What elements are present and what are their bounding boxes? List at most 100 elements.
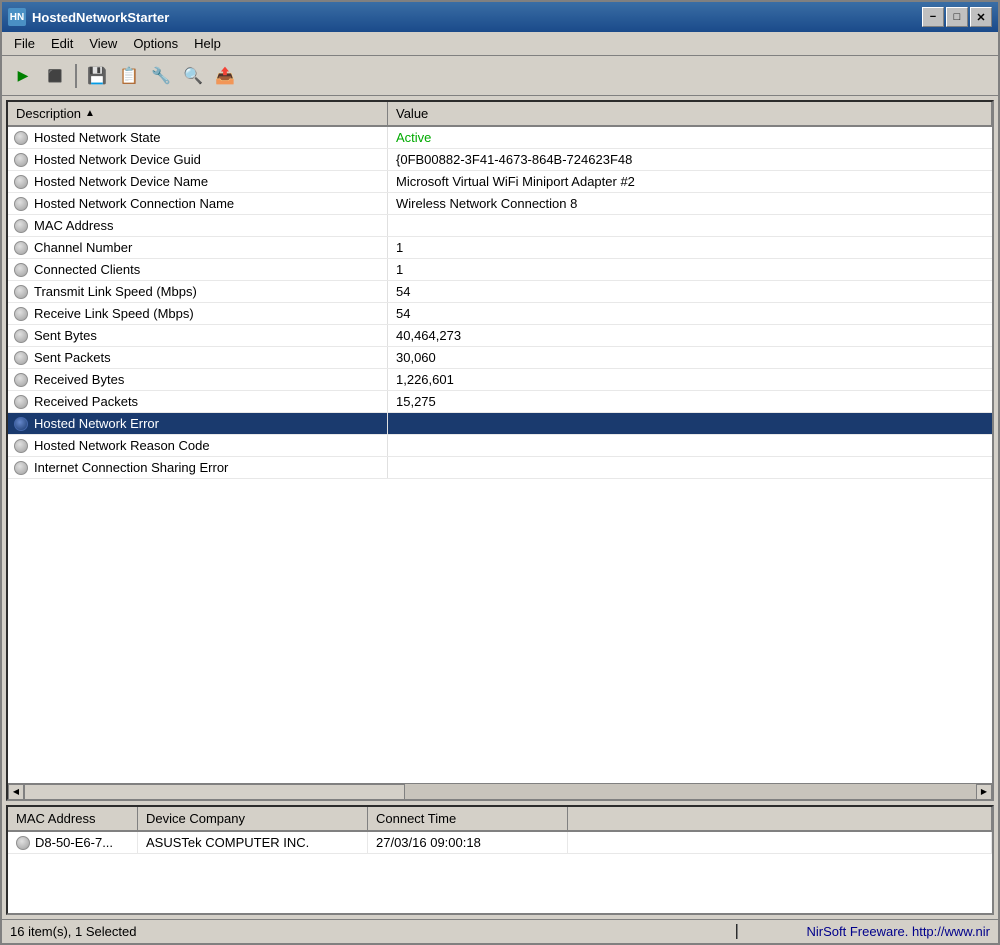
- cell-value: Microsoft Virtual WiFi Miniport Adapter …: [388, 171, 992, 192]
- cell-description: Hosted Network State: [8, 127, 388, 148]
- status-left: 16 item(s), 1 Selected: [2, 924, 738, 939]
- cell-description: Received Bytes: [8, 369, 388, 390]
- title-bar: HN HostedNetworkStarter − □ ✕: [2, 2, 998, 32]
- cell-description: Sent Packets: [8, 347, 388, 368]
- export-button[interactable]: 📤: [210, 62, 240, 90]
- lower-header-company-label: Device Company: [146, 811, 245, 826]
- horizontal-scrollbar[interactable]: ◀ ▶: [8, 783, 992, 799]
- row-status-icon: [14, 417, 28, 431]
- scroll-thumb[interactable]: [24, 784, 405, 800]
- window-title: HostedNetworkStarter: [32, 10, 922, 25]
- cell-description: Received Packets: [8, 391, 388, 412]
- menu-edit[interactable]: Edit: [43, 34, 81, 53]
- lower-header-mac[interactable]: MAC Address: [8, 807, 138, 830]
- cell-value: [388, 215, 992, 236]
- scroll-track[interactable]: [24, 784, 976, 800]
- find-button[interactable]: 🔍: [178, 62, 208, 90]
- row-description-text: Transmit Link Speed (Mbps): [34, 284, 197, 299]
- play-button[interactable]: ▶: [8, 62, 38, 90]
- row-status-icon: [14, 395, 28, 409]
- row-status-icon: [14, 219, 28, 233]
- row-status-icon: [14, 131, 28, 145]
- upper-table-header: Description ▲ Value: [8, 102, 992, 127]
- row-status-icon: [14, 285, 28, 299]
- table-row[interactable]: Sent Packets 30,060: [8, 347, 992, 369]
- lower-header-company[interactable]: Device Company: [138, 807, 368, 830]
- play-icon: ▶: [18, 67, 29, 84]
- row-description-text: Hosted Network Error: [34, 416, 159, 431]
- lower-cell-extra: [568, 832, 992, 853]
- cell-value: [388, 457, 992, 478]
- app-icon: HN: [8, 8, 26, 26]
- cell-value: Active: [388, 127, 992, 148]
- cell-value: {0FB00882-3F41-4673-864B-724623F48: [388, 149, 992, 170]
- row-description-text: MAC Address: [34, 218, 113, 233]
- save-button[interactable]: 💾: [82, 62, 112, 90]
- sort-arrow-icon: ▲: [85, 108, 95, 119]
- row-description-text: Hosted Network Device Name: [34, 174, 208, 189]
- properties-button[interactable]: 🔧: [146, 62, 176, 90]
- scroll-right-button[interactable]: ▶: [976, 784, 992, 800]
- minimize-button[interactable]: −: [922, 7, 944, 27]
- cell-description: Hosted Network Device Guid: [8, 149, 388, 170]
- cell-description: Hosted Network Reason Code: [8, 435, 388, 456]
- cell-value: 54: [388, 281, 992, 302]
- status-items-count: 16 item(s), 1 Selected: [10, 924, 136, 939]
- toolbar-separator-1: [75, 64, 77, 88]
- cell-description: Receive Link Speed (Mbps): [8, 303, 388, 324]
- lower-cell-time: 27/03/16 09:00:18: [368, 832, 568, 853]
- main-window: HN HostedNetworkStarter − □ ✕ File Edit …: [0, 0, 1000, 945]
- table-row[interactable]: Receive Link Speed (Mbps) 54: [8, 303, 992, 325]
- table-row[interactable]: Hosted Network Reason Code: [8, 435, 992, 457]
- copy-button[interactable]: 📋: [114, 62, 144, 90]
- row-description-text: Sent Packets: [34, 350, 111, 365]
- cell-value: 1,226,601: [388, 369, 992, 390]
- row-description-text: Hosted Network Device Guid: [34, 152, 201, 167]
- table-row[interactable]: MAC Address: [8, 215, 992, 237]
- table-row[interactable]: Channel Number 1: [8, 237, 992, 259]
- table-row[interactable]: Hosted Network Error: [8, 413, 992, 435]
- lower-table-row[interactable]: D8-50-E6-7... ASUSTek COMPUTER INC. 27/0…: [8, 832, 992, 854]
- maximize-button[interactable]: □: [946, 7, 968, 27]
- menu-view[interactable]: View: [81, 34, 125, 53]
- menu-file[interactable]: File: [6, 34, 43, 53]
- lower-header-time[interactable]: Connect Time: [368, 807, 568, 830]
- table-row[interactable]: Internet Connection Sharing Error: [8, 457, 992, 479]
- cell-description: Hosted Network Connection Name: [8, 193, 388, 214]
- row-description-text: Sent Bytes: [34, 328, 97, 343]
- header-description[interactable]: Description ▲: [8, 102, 388, 125]
- table-row[interactable]: Received Bytes 1,226,601: [8, 369, 992, 391]
- scroll-left-button[interactable]: ◀: [8, 784, 24, 800]
- properties-icon: 🔧: [151, 66, 171, 86]
- table-row[interactable]: Hosted Network Device Guid {0FB00882-3F4…: [8, 149, 992, 171]
- table-row[interactable]: Received Packets 15,275: [8, 391, 992, 413]
- row-description-text: Hosted Network State: [34, 130, 160, 145]
- menu-options[interactable]: Options: [125, 34, 186, 53]
- header-value[interactable]: Value: [388, 102, 992, 125]
- table-row[interactable]: Transmit Link Speed (Mbps) 54: [8, 281, 992, 303]
- row-description-text: Received Packets: [34, 394, 138, 409]
- row-status-icon: [14, 241, 28, 255]
- lower-header-extra[interactable]: [568, 807, 992, 830]
- table-row[interactable]: Hosted Network Connection Name Wireless …: [8, 193, 992, 215]
- close-button[interactable]: ✕: [970, 7, 992, 27]
- table-row[interactable]: Connected Clients 1: [8, 259, 992, 281]
- stop-button[interactable]: ⬛: [40, 62, 70, 90]
- lower-row-icon: [16, 836, 30, 850]
- toolbar: ▶ ⬛ 💾 📋 🔧 🔍 📤: [2, 56, 998, 96]
- cell-value: [388, 413, 992, 434]
- lower-mac-text: D8-50-E6-7...: [35, 835, 113, 850]
- menu-help[interactable]: Help: [186, 34, 229, 53]
- cell-description: Hosted Network Error: [8, 413, 388, 434]
- table-row[interactable]: Hosted Network State Active: [8, 127, 992, 149]
- table-row[interactable]: Sent Bytes 40,464,273: [8, 325, 992, 347]
- cell-description: Channel Number: [8, 237, 388, 258]
- cell-value: 54: [388, 303, 992, 324]
- cell-value: 15,275: [388, 391, 992, 412]
- cell-value: [388, 435, 992, 456]
- status-nirsoft-link[interactable]: NirSoft Freeware. http://www.nir: [807, 924, 991, 939]
- row-status-icon: [14, 373, 28, 387]
- cell-description: Internet Connection Sharing Error: [8, 457, 388, 478]
- row-description-text: Channel Number: [34, 240, 132, 255]
- table-row[interactable]: Hosted Network Device Name Microsoft Vir…: [8, 171, 992, 193]
